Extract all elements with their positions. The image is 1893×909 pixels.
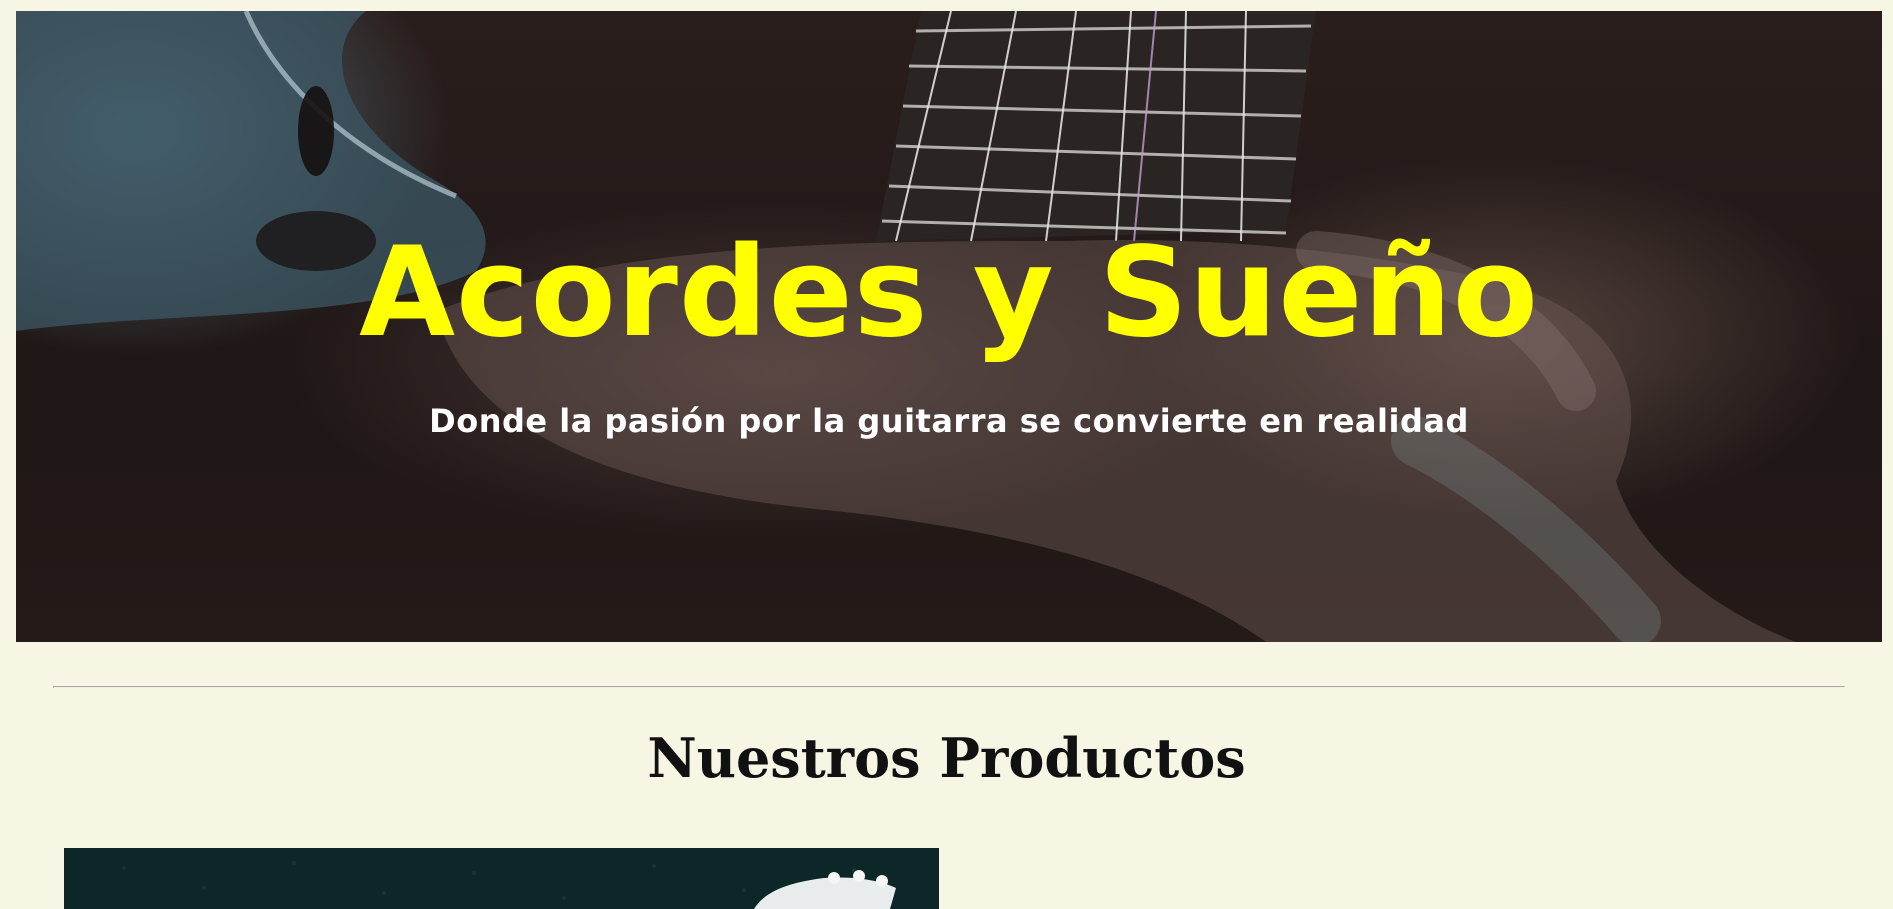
section-divider [53, 686, 1845, 688]
site-tagline: Donde la pasión por la guitarra se convi… [429, 402, 1469, 440]
site-title: Acordes y Sueño [359, 221, 1539, 365]
product-card-image[interactable] [64, 848, 939, 909]
hero-banner: Acordes y Sueño Donde la pasión por la g… [16, 11, 1882, 642]
products-heading: Nuestros Productos [647, 726, 1246, 790]
guitar-headstock-image [64, 848, 939, 909]
